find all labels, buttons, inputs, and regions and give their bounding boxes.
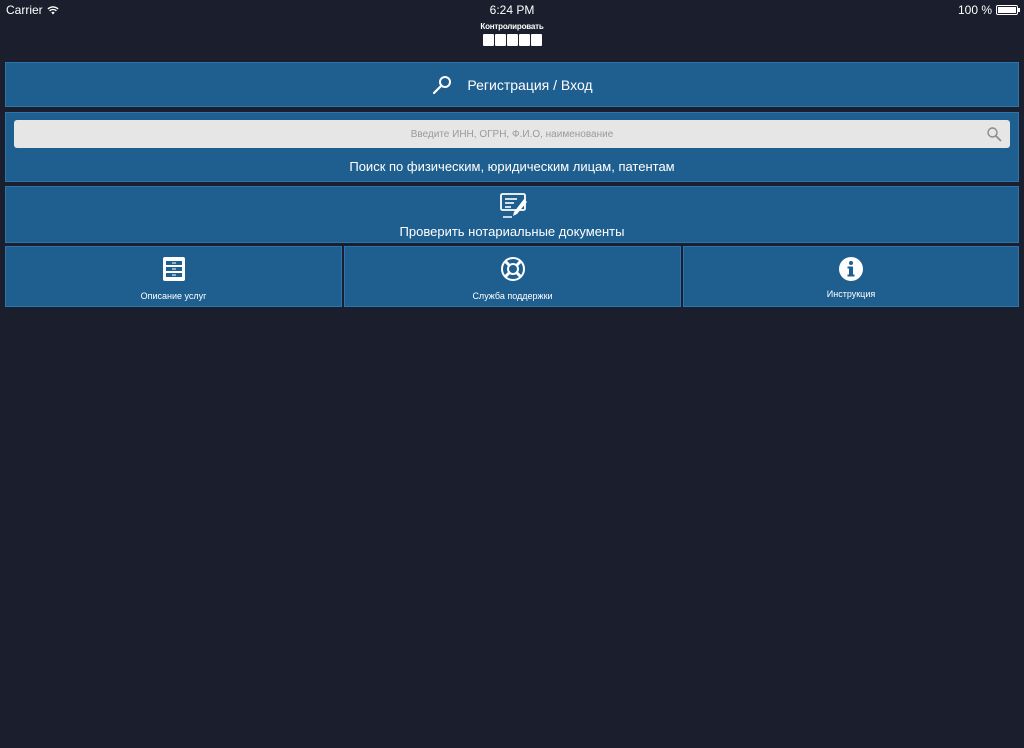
logo-block xyxy=(506,34,518,46)
search-input[interactable] xyxy=(14,120,1010,148)
status-right: 100 % xyxy=(957,3,1020,17)
status-bar: Carrier 6:24 PM 100 % xyxy=(0,0,1024,20)
lifebuoy-icon xyxy=(500,257,525,281)
instruction-button[interactable]: Инструкция xyxy=(683,246,1019,307)
login-label: Регистрация / Вход xyxy=(467,76,593,93)
support-service-button[interactable]: Служба поддержки xyxy=(344,246,681,307)
battery-icon xyxy=(996,5,1020,15)
logo-block xyxy=(518,34,530,46)
instruction-label: Инструкция xyxy=(826,289,876,299)
search-field-container xyxy=(14,120,1010,148)
logo-block xyxy=(494,34,506,46)
support-service-label: Служба поддержки xyxy=(472,291,553,301)
logo-block xyxy=(482,34,494,46)
notary-label: Проверить нотариальные документы xyxy=(399,224,625,239)
logo-blocks xyxy=(480,34,544,46)
app-logo: Контролировать xyxy=(480,22,544,52)
info-icon xyxy=(839,257,863,281)
key-icon xyxy=(433,75,452,94)
search-panel: Поиск по физическим, юридическим лицам, … xyxy=(5,112,1019,182)
services-description-button[interactable]: Описание услуг xyxy=(5,246,342,307)
cabinet-icon xyxy=(162,257,185,281)
login-button[interactable]: Регистрация / Вход xyxy=(5,62,1019,107)
check-notary-documents-button[interactable]: Проверить нотариальные документы xyxy=(5,186,1019,243)
services-description-label: Описание услуг xyxy=(140,291,207,301)
app-screen: Carrier 6:24 PM 100 % Контролировать Рег… xyxy=(0,0,1024,748)
battery-percent: 100 % xyxy=(957,3,992,17)
document-pen-icon xyxy=(500,193,527,218)
logo-text: Контролировать xyxy=(480,22,544,31)
clock: 6:24 PM xyxy=(489,3,535,17)
search-icon[interactable] xyxy=(986,126,1002,142)
search-caption: Поиск по физическим, юридическим лицам, … xyxy=(349,159,675,174)
logo-block xyxy=(530,34,542,46)
